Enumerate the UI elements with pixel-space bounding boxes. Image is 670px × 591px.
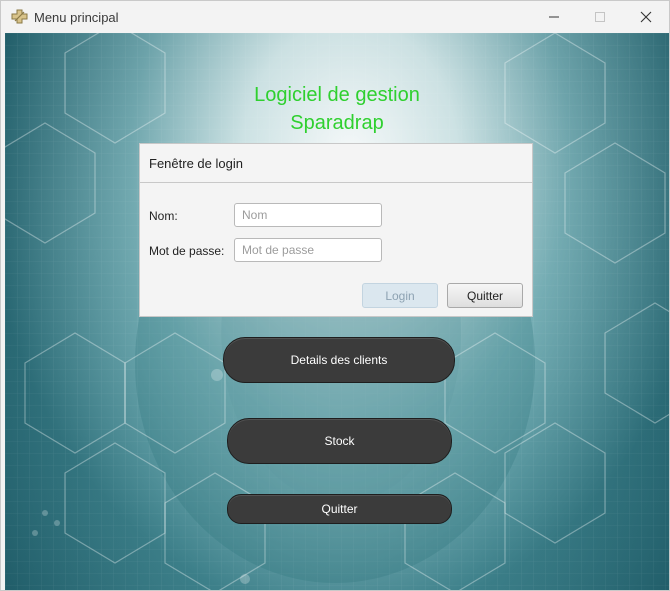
app-title-line2: Sparadrap (290, 112, 384, 134)
login-header: Fenêtre de login (140, 144, 532, 183)
password-label: Mot de passe: (149, 244, 225, 258)
login-button[interactable]: Login (362, 283, 438, 308)
maximize-button[interactable] (577, 1, 623, 33)
login-panel: Fenêtre de login Nom: Mot de passe: Logi… (139, 143, 533, 317)
name-input[interactable] (234, 203, 382, 227)
app-title-line1: Logiciel de gestion (254, 84, 420, 106)
stock-button[interactable]: Stock (227, 418, 452, 464)
login-header-title: Fenêtre de login (149, 156, 243, 171)
main-content: Logiciel de gestion Sparadrap Fenêtre de… (5, 33, 669, 590)
title-bar[interactable]: Menu principal (1, 1, 669, 33)
minimize-icon (549, 16, 559, 18)
quit-button[interactable]: Quitter (227, 494, 452, 524)
window-title: Menu principal (34, 10, 119, 25)
maximize-icon (595, 12, 605, 22)
close-icon (640, 11, 652, 23)
pharmacy-cross-icon (11, 9, 29, 25)
minimize-button[interactable] (531, 1, 577, 33)
close-button[interactable] (623, 1, 669, 33)
main-window: Menu principal Logiciel de gestion Spara… (0, 0, 670, 591)
name-label: Nom: (149, 209, 178, 223)
login-quit-button[interactable]: Quitter (447, 283, 523, 308)
client-details-button[interactable]: Details des clients (223, 337, 455, 383)
password-input[interactable] (234, 238, 382, 262)
